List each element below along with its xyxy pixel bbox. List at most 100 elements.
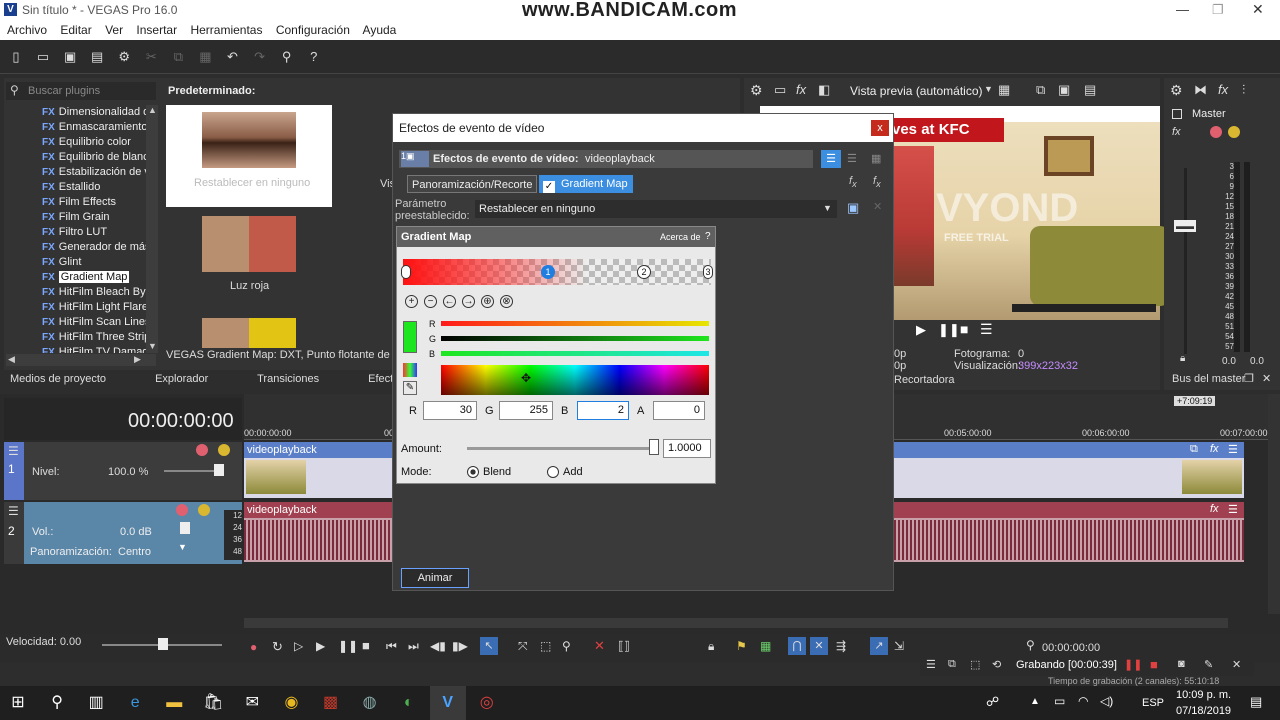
track2-vol-handle[interactable]: [180, 522, 190, 534]
video-clip-right[interactable]: ⧉ fx ☰: [894, 442, 1244, 498]
move-right-icon[interactable]: →: [462, 295, 475, 308]
properties-icon[interactable]: ⚲: [278, 48, 296, 66]
plugin-item[interactable]: FX HitFilm Light Flares: [42, 300, 146, 315]
gradient-preview-bar[interactable]: [403, 259, 711, 285]
ripple-icon[interactable]: ⇶: [836, 639, 846, 653]
help-icon[interactable]: ?: [305, 48, 323, 66]
copy-icon[interactable]: ⧉: [169, 48, 187, 66]
chain-view-compact-icon[interactable]: ☰: [847, 152, 857, 165]
tray-chevron-icon[interactable]: ▲: [1030, 696, 1040, 707]
bandicam-menu-icon[interactable]: ☰: [926, 658, 936, 671]
remove-fx-icon[interactable]: fx: [873, 175, 881, 189]
a-value-input[interactable]: 0: [653, 401, 705, 420]
audio-clip-left[interactable]: videoplayback: [244, 502, 392, 562]
chrome-icon[interactable]: ◉: [273, 686, 309, 720]
eyedropper-icon[interactable]: ✎: [403, 381, 417, 395]
undo-icon[interactable]: ↶: [224, 48, 242, 66]
master-solo-icon[interactable]: [1228, 126, 1240, 138]
amount-slider[interactable]: [467, 447, 657, 450]
master-fx-icon[interactable]: fx: [1218, 82, 1228, 97]
help-question-icon[interactable]: ?: [705, 231, 711, 242]
marker-icon[interactable]: ⚑: [736, 639, 747, 653]
channel-g-slider[interactable]: [441, 336, 709, 341]
save-as-icon[interactable]: ▤: [88, 48, 106, 66]
b-value-input[interactable]: 2: [577, 401, 629, 420]
plugin-item[interactable]: FX Enmascaramiento: [42, 120, 146, 135]
scroll-down-icon[interactable]: ▼: [148, 341, 157, 351]
bandicam-taskbar-icon[interactable]: ◎: [469, 686, 505, 720]
auto-crossfade-icon[interactable]: ✕: [810, 637, 828, 655]
event-lock-icon[interactable]: ⇲: [894, 639, 904, 653]
transport-pause-icon[interactable]: ❚❚: [338, 639, 358, 653]
preview-settings-icon[interactable]: ⚙: [750, 82, 763, 99]
notifications-icon[interactable]: ▤: [1250, 694, 1262, 710]
plugin-item[interactable]: FX HitFilm Bleach Byp: [42, 285, 146, 300]
plugin-list-hscroll[interactable]: ◀ ▶: [6, 354, 156, 366]
preset-thumb-default[interactable]: Restablecer en ninguno: [166, 105, 332, 207]
cut-icon[interactable]: ✂: [142, 48, 160, 66]
menu-editar[interactable]: Editar: [60, 23, 91, 37]
battery-icon[interactable]: ▭: [1054, 694, 1065, 708]
envelope-tool-icon[interactable]: ⤧: [518, 639, 528, 654]
plugin-item[interactable]: FX Glint: [42, 255, 146, 270]
new-file-icon[interactable]: ▯: [7, 48, 25, 66]
preview-fx-icon[interactable]: fx: [796, 82, 806, 97]
master-split-icon[interactable]: ⧓: [1194, 82, 1207, 98]
master-mixer-icon[interactable]: ⫶: [1242, 82, 1245, 98]
play-from-start-icon[interactable]: ▷: [294, 639, 303, 653]
taskbar-search-icon[interactable]: ⚲: [39, 686, 75, 720]
r-value-input[interactable]: 30: [423, 401, 477, 420]
plugin-item[interactable]: FX Generador de más: [42, 240, 146, 255]
plugin-item[interactable]: FX Equilibrio color: [42, 135, 146, 150]
tab-bus-master[interactable]: Bus del master: [1172, 373, 1245, 385]
redo-icon[interactable]: ↷: [251, 48, 269, 66]
gradient-stop-2[interactable]: 2: [637, 265, 651, 279]
snap-icon[interactable]: ⋂: [788, 637, 806, 655]
g-value-input[interactable]: 255: [499, 401, 553, 420]
plugin-item[interactable]: FX HitFilm TV Damage: [42, 345, 146, 353]
preset-thumb-red[interactable]: Luz roja: [166, 212, 332, 312]
add-fx-icon[interactable]: fx: [849, 175, 857, 189]
speed-slider-handle[interactable]: [158, 638, 168, 650]
selected-color-swatch[interactable]: [403, 321, 417, 353]
bus-float-icon[interactable]: ❐: [1244, 372, 1254, 385]
chain-item-pan-crop[interactable]: Panoramización/Recorte: [407, 175, 538, 193]
gradient-stop-0[interactable]: [401, 265, 411, 279]
remove-stop-icon[interactable]: −: [424, 295, 437, 308]
open-folder-icon[interactable]: ▭: [34, 48, 52, 66]
app-globe-icon[interactable]: ◍: [352, 686, 388, 720]
bandicam-stop-icon[interactable]: ■: [1150, 657, 1158, 672]
preview-split-icon[interactable]: ◧: [818, 82, 830, 98]
start-windows-icon[interactable]: ⊞: [0, 686, 36, 720]
scroll-left-icon[interactable]: ◀: [8, 354, 15, 365]
restore-button[interactable]: ❐: [1212, 2, 1224, 18]
task-view-icon[interactable]: ▥: [78, 686, 114, 720]
master-lock-icon[interactable]: 🔒︎: [1180, 353, 1185, 364]
bandicam-camera-icon[interactable]: ◙: [1178, 658, 1185, 670]
track1-level-handle[interactable]: [214, 464, 224, 476]
track1-menu-icon[interactable]: ☰: [8, 444, 19, 458]
transport-stop-icon[interactable]: ■: [362, 638, 370, 653]
winrar-icon[interactable]: ▩: [313, 686, 349, 720]
clip-crop-icon[interactable]: ⧉: [1190, 443, 1198, 456]
plugin-item[interactable]: FX Estabilización de v: [42, 165, 146, 180]
chain-item-gradient-map[interactable]: ✓ Gradient Map: [539, 175, 633, 193]
plugin-item[interactable]: FX Gradient Map: [42, 270, 146, 285]
mode-blend-radio[interactable]: [467, 466, 479, 478]
scroll-right-icon[interactable]: ▶: [134, 354, 141, 365]
track2-solo-icon[interactable]: [198, 504, 210, 516]
chain-view-list-icon[interactable]: ☰: [821, 150, 841, 168]
close-window-button[interactable]: ✕: [1252, 1, 1264, 18]
zoom-tool-icon[interactable]: ⚲: [562, 639, 571, 653]
loop-icon[interactable]: ↻: [272, 639, 283, 655]
scroll-up-icon[interactable]: ▲: [148, 105, 157, 115]
master-checkbox[interactable]: [1172, 109, 1182, 119]
plugin-item[interactable]: FX HitFilm Three Strip: [42, 330, 146, 345]
about-link[interactable]: Acerca de: [660, 232, 701, 242]
edit-tool-icon[interactable]: ↖: [480, 637, 498, 655]
go-end-icon[interactable]: ⏭: [408, 639, 419, 654]
channel-b-slider[interactable]: [441, 351, 709, 356]
overlay-icon[interactable]: ▤: [1084, 82, 1096, 98]
grid-icon[interactable]: ▦: [998, 82, 1010, 98]
plugin-list-scrollbar[interactable]: ▲ ▼: [146, 105, 158, 353]
